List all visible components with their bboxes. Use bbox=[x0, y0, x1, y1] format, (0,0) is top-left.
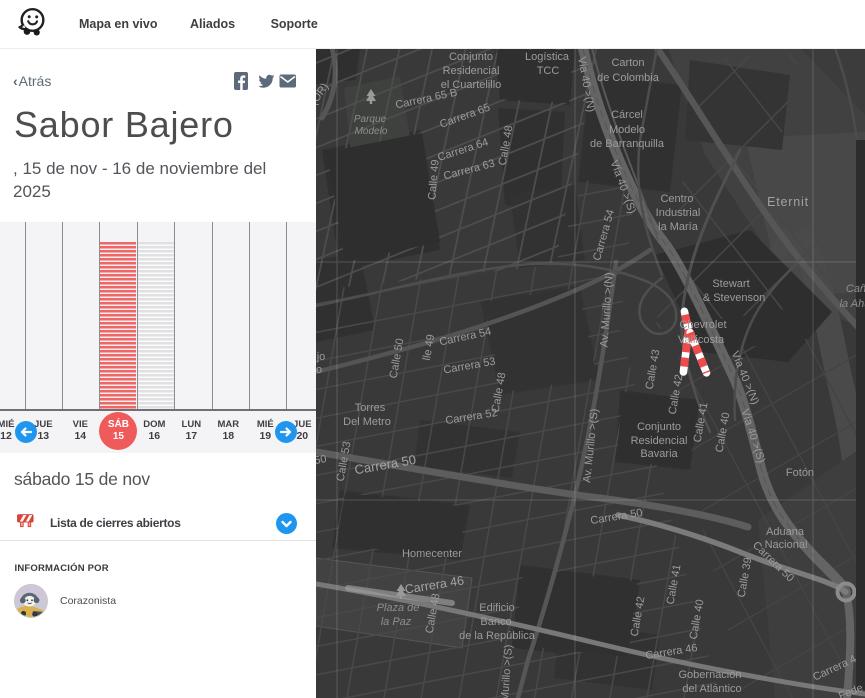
svg-text:o: o bbox=[316, 364, 322, 376]
svg-text:50: 50 bbox=[316, 453, 328, 467]
svg-text:Cárcel: Cárcel bbox=[611, 109, 643, 121]
svg-text:Chevrolet: Chevrolet bbox=[679, 319, 726, 331]
svg-text:de la República: de la República bbox=[459, 630, 536, 642]
svg-text:Vallicosta: Vallicosta bbox=[678, 334, 725, 346]
svg-text:Torres: Torres bbox=[355, 402, 386, 414]
svg-text:jo: jo bbox=[316, 351, 325, 363]
svg-text:Stewart: Stewart bbox=[712, 278, 749, 290]
svg-text:Conjunto: Conjunto bbox=[449, 51, 493, 63]
svg-text:Logística: Logística bbox=[525, 51, 570, 63]
svg-text:la María: la María bbox=[658, 221, 699, 233]
svg-text:Edificio: Edificio bbox=[479, 602, 514, 614]
svg-text:Industrial: Industrial bbox=[656, 207, 701, 219]
svg-text:Residencial: Residencial bbox=[443, 65, 500, 77]
svg-text:Fotón: Fotón bbox=[786, 467, 814, 479]
svg-text:Del Metro: Del Metro bbox=[343, 416, 391, 428]
svg-text:Residencial: Residencial bbox=[631, 435, 688, 447]
svg-text:& Stevenson: & Stevenson bbox=[703, 292, 765, 304]
svg-text:Banco: Banco bbox=[480, 616, 511, 628]
svg-text:del Atlántico: del Atlántico bbox=[682, 683, 741, 695]
svg-text:Gobernación: Gobernación bbox=[679, 669, 742, 681]
svg-text:la Ahu: la Ahu bbox=[840, 298, 865, 310]
svg-text:Centro: Centro bbox=[660, 193, 693, 205]
svg-text:Plaza de: Plaza de bbox=[377, 602, 420, 614]
svg-text:la Paz: la Paz bbox=[381, 616, 412, 628]
svg-text:Nacional: Nacional bbox=[765, 539, 808, 551]
svg-text:Cañ: Cañ bbox=[846, 283, 865, 295]
svg-text:Bavaria: Bavaria bbox=[640, 448, 678, 460]
svg-text:Modelo: Modelo bbox=[355, 126, 388, 137]
svg-text:Conjunto: Conjunto bbox=[637, 421, 681, 433]
svg-text:Carton: Carton bbox=[611, 57, 644, 69]
svg-text:Eternit: Eternit bbox=[767, 195, 809, 209]
svg-text:TCC: TCC bbox=[537, 65, 560, 77]
svg-text:Homecenter: Homecenter bbox=[402, 548, 462, 560]
svg-text:Aduana: Aduana bbox=[766, 526, 805, 538]
svg-text:de Barranquilla: de Barranquilla bbox=[590, 138, 665, 150]
svg-text:de Colombia: de Colombia bbox=[597, 72, 660, 84]
svg-text:Parque: Parque bbox=[354, 114, 387, 125]
svg-text:Modelo: Modelo bbox=[609, 124, 645, 136]
